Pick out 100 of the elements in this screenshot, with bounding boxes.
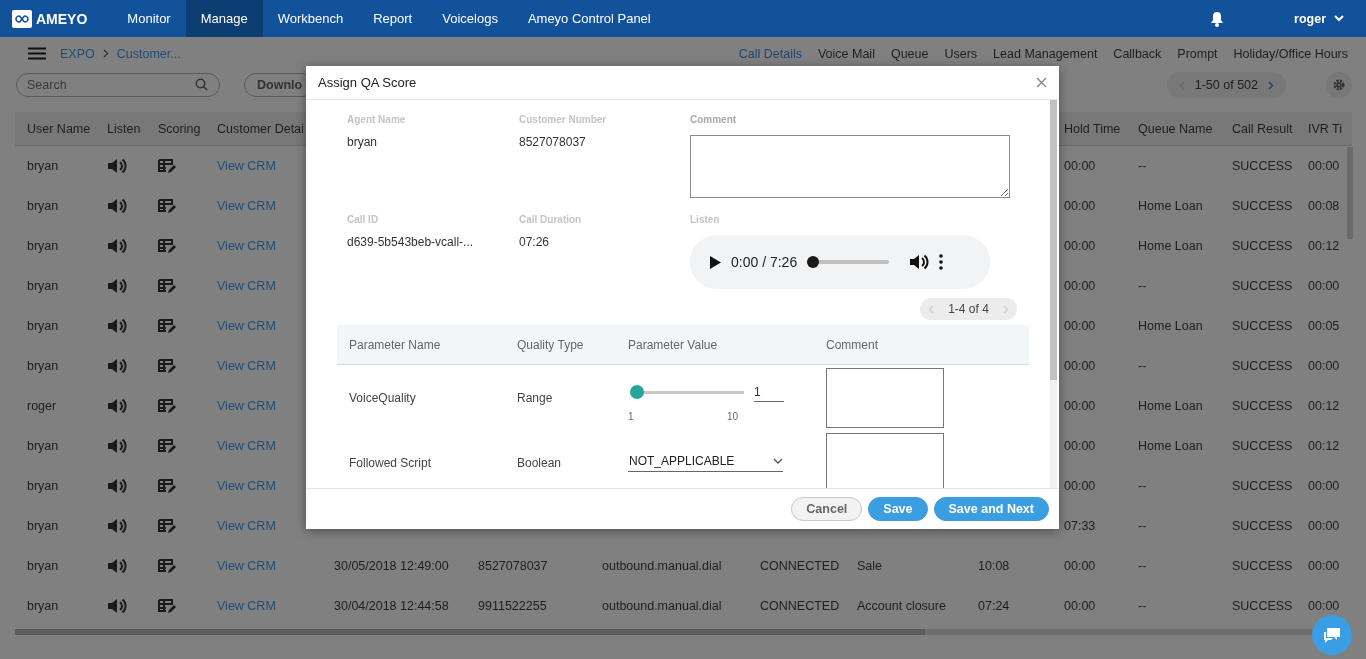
table-cell-text: bryan	[27, 159, 60, 173]
value-field[interactable]: 1	[754, 385, 784, 402]
column-header[interactable]: Hold Time	[1064, 121, 1138, 136]
table-cell-text: 00:00	[1064, 599, 1097, 613]
table-cell-text: SUCCESS	[1232, 559, 1294, 573]
nav-item[interactable]: Ameyo Control Panel	[512, 0, 666, 37]
nav-item[interactable]: Workbench	[262, 0, 359, 37]
section-tab[interactable]: Call Details	[738, 46, 802, 61]
section-tab[interactable]: Callback	[1113, 46, 1162, 61]
volume-icon[interactable]	[909, 253, 930, 271]
settings-button[interactable]	[1326, 72, 1352, 98]
scoring-icon[interactable]	[158, 197, 176, 215]
scoring-icon[interactable]	[158, 357, 176, 375]
table-cell-text: SUCCESS	[1232, 319, 1294, 333]
slider-min-label: 1	[628, 411, 634, 422]
section-tab[interactable]: Users	[944, 46, 978, 61]
audio-progress[interactable]	[807, 256, 890, 268]
comment-field[interactable]	[826, 367, 944, 428]
scoring-icon[interactable]	[158, 517, 176, 535]
slider[interactable]	[630, 385, 744, 399]
speaker-icon[interactable]	[107, 397, 127, 415]
speaker-icon[interactable]	[107, 197, 127, 215]
column-header[interactable]: Call Result	[1232, 121, 1308, 136]
caret-icon	[773, 457, 783, 464]
play-icon[interactable]	[710, 255, 721, 269]
speaker-icon[interactable]	[107, 357, 127, 375]
table-cell-text: --	[1138, 479, 1148, 493]
scoring-icon[interactable]	[158, 437, 176, 455]
dialog-title: Assign QA Score	[318, 75, 417, 90]
speaker-icon[interactable]	[107, 597, 127, 615]
scoring-icon[interactable]	[158, 557, 176, 575]
field-label: Agent Name	[347, 114, 407, 125]
speaker-icon[interactable]	[107, 277, 127, 295]
table-cell-text: 00:00	[1064, 399, 1097, 413]
view-crm-link[interactable]: View CRM	[217, 559, 334, 573]
column-header[interactable]: Queue Name	[1138, 121, 1232, 136]
speaker-icon[interactable]	[107, 517, 127, 535]
more-options-icon[interactable]	[939, 254, 944, 270]
section-tab[interactable]: Prompt	[1177, 46, 1218, 61]
scoring-icon[interactable]	[158, 237, 176, 255]
section-tab[interactable]: Holiday/Office Hours	[1233, 46, 1348, 61]
progress-handle[interactable]	[807, 256, 820, 268]
scoring-icon[interactable]	[158, 397, 176, 415]
speaker-icon[interactable]	[107, 237, 127, 255]
breadcrumb-link[interactable]: EXPO	[60, 46, 95, 61]
view-crm-link[interactable]: View CRM	[217, 599, 334, 613]
table-cell-text: SUCCESS	[1232, 519, 1294, 533]
table-cell-text: Home Loan	[1138, 439, 1204, 453]
speaker-icon[interactable]	[107, 157, 127, 175]
speaker-icon[interactable]	[107, 557, 127, 575]
speaker-icon[interactable]	[107, 317, 127, 335]
close-icon[interactable]	[1036, 77, 1047, 88]
section-tab[interactable]: Lead Management	[993, 46, 1098, 61]
comment-field[interactable]	[826, 432, 944, 488]
nav-item[interactable]: Voicelogs	[427, 0, 513, 37]
table-cell-text: 07:33	[1064, 519, 1097, 533]
column-header: Quality Type	[517, 337, 585, 352]
dialog-button[interactable]: Save and Next	[933, 497, 1049, 521]
column-header: Comment	[826, 337, 879, 352]
table-cell-text: SUCCESS	[1232, 359, 1294, 373]
scoring-icon[interactable]	[158, 157, 176, 175]
nav-item[interactable]: Report	[358, 0, 428, 37]
table-cell-text: 00:00	[1064, 439, 1097, 453]
nav-item[interactable]: Manage	[185, 0, 263, 37]
slider-max-label: 10	[726, 411, 738, 422]
column-header[interactable]: User Name	[27, 121, 107, 136]
chevron-right-icon	[102, 49, 109, 58]
table-cell-text: --	[1138, 159, 1148, 173]
dialog-button[interactable]: Save	[868, 497, 928, 521]
column-header[interactable]: Listen	[107, 121, 158, 136]
table-cell-text: 07:24	[978, 599, 1011, 613]
scoring-icon[interactable]	[158, 477, 176, 495]
chat-button[interactable]	[1312, 615, 1352, 655]
dialog-button[interactable]: Cancel	[791, 497, 863, 521]
menu-icon[interactable]	[28, 47, 46, 60]
column-header[interactable]: Scoring	[158, 121, 217, 136]
table-cell-text: bryan	[27, 199, 60, 213]
user-menu[interactable]: roger	[1294, 11, 1344, 26]
table-cell-text: Account closure	[857, 599, 947, 613]
page-range: 1-50 of 502	[1194, 78, 1258, 92]
section-tab[interactable]: Voice Mail	[817, 46, 875, 61]
table-cell-text: Home Loan	[1138, 319, 1204, 333]
table-cell-text: 00:00	[1064, 559, 1097, 573]
speaker-icon[interactable]	[107, 437, 127, 455]
scoring-icon[interactable]	[158, 597, 176, 615]
search-icon	[195, 78, 208, 91]
scoring-icon[interactable]	[158, 317, 176, 335]
scoring-icon[interactable]	[158, 277, 176, 295]
nav-item[interactable]: Monitor	[112, 0, 186, 37]
speaker-icon[interactable]	[107, 477, 127, 495]
comment-field[interactable]	[690, 135, 1010, 198]
breadcrumb-link[interactable]: Customer...	[116, 46, 181, 61]
slider-thumb[interactable]	[630, 385, 644, 399]
notification-bell-icon[interactable]	[1210, 10, 1225, 27]
dialog-scrollbar[interactable]	[1050, 100, 1057, 488]
section-tab[interactable]: Queue	[890, 46, 929, 61]
value-dropdown[interactable]: NOT_APPLICABLE	[628, 453, 783, 472]
search-field[interactable]: Search	[16, 73, 220, 97]
table-cell-text: 00:00	[1308, 599, 1341, 613]
column-header[interactable]: IVR Ti	[1308, 121, 1348, 136]
